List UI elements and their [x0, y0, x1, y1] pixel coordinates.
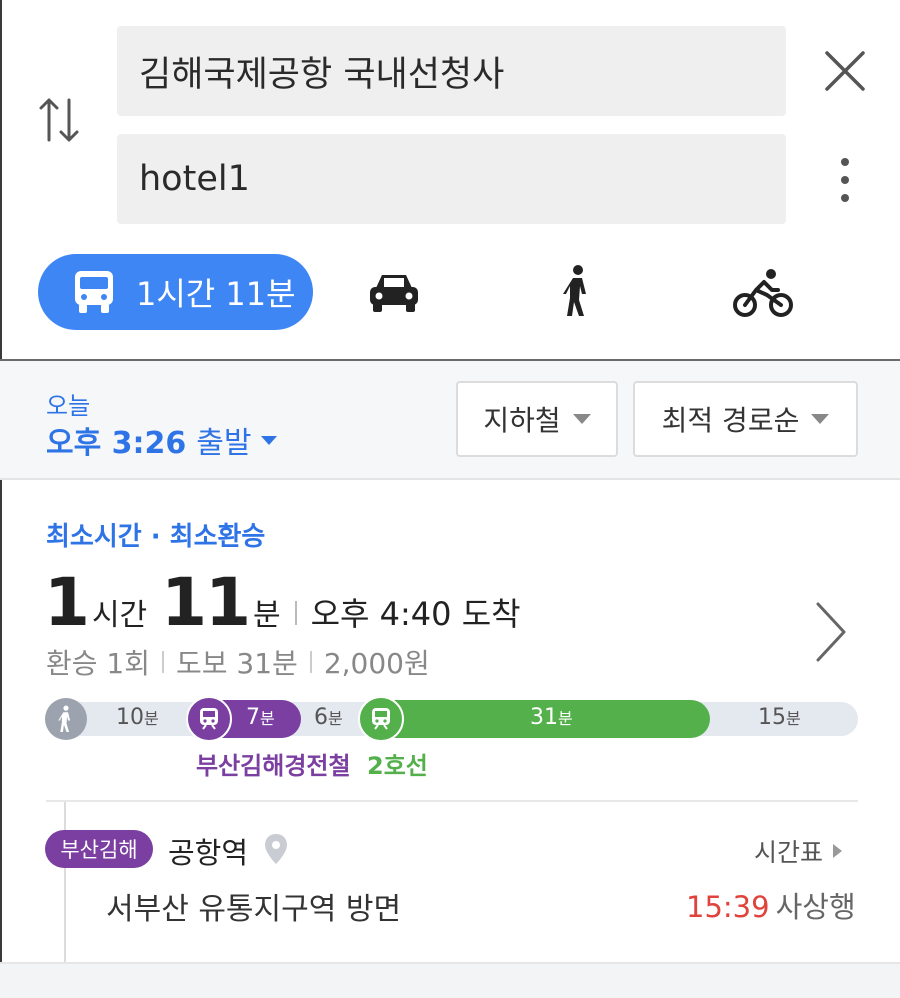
arrival-time: 오후 4:40 도착 [310, 595, 521, 633]
route-meta: 환승 1회 도보 31분 2,000원 [46, 642, 430, 682]
caret-down-icon [572, 414, 591, 424]
duration-hours-unit: 시간 [91, 598, 148, 633]
card-divider [46, 800, 858, 802]
tab-transit[interactable]: 1시간 11분 [38, 254, 313, 330]
transit-type-select[interactable]: 지하철 [456, 381, 618, 457]
next-train: 15:39 사상행 [686, 884, 856, 926]
walk-icon [45, 698, 87, 740]
timeline-value: 10 [116, 705, 144, 730]
car-icon[interactable] [366, 270, 422, 314]
transfer-count: 환승 1회 [46, 647, 150, 680]
sort-order-label: 최적 경로순 [661, 404, 800, 437]
line-badge: 부산김해 [45, 830, 153, 868]
separator [294, 601, 297, 625]
timeline-value: 7 [246, 705, 260, 730]
swap-icon[interactable] [36, 92, 82, 148]
bike-icon[interactable] [732, 268, 794, 318]
train-direction: 서부산 유통지구역 방면 [106, 892, 402, 927]
next-train-time: 15:39 [686, 890, 770, 924]
duration-minutes-unit: 분 [253, 598, 281, 633]
transit-duration-label: 1시간 11분 [136, 275, 296, 313]
destination-input[interactable]: hotel1 [117, 134, 786, 224]
walk-icon[interactable] [560, 264, 596, 318]
departure-time-picker[interactable]: 오후 3:26 출발 [46, 418, 278, 462]
section-gap [0, 962, 900, 998]
separator [309, 651, 312, 673]
timeline-unit: 분 [328, 709, 343, 728]
timeline-value: 15 [758, 705, 786, 730]
timeline-walk1-label: 10분 [116, 705, 159, 730]
timeline-line1-label: 7분 [246, 705, 275, 730]
timeline-walk3-label: 15분 [758, 705, 801, 730]
timeline-unit: 분 [558, 709, 573, 728]
close-icon[interactable] [822, 48, 868, 94]
timeline-unit: 분 [144, 709, 159, 728]
triangle-right-icon [833, 844, 843, 858]
station-name[interactable]: 공항역 [168, 830, 248, 872]
duration-minutes: 11 [161, 564, 251, 641]
timeline-value: 31 [530, 705, 558, 730]
window-edge [0, 0, 2, 998]
map-pin-icon[interactable] [263, 833, 289, 865]
sort-order-select[interactable]: 최적 경로순 [633, 381, 858, 457]
caret-down-icon [261, 435, 278, 445]
timeline-value: 6 [314, 705, 328, 730]
departure-day: 오늘 [46, 392, 91, 420]
timeline-line2-label: 31분 [530, 705, 573, 730]
duration-hours: 1 [44, 564, 90, 641]
departure-time: 오후 3:26 [46, 426, 187, 461]
timeline-unit: 분 [260, 709, 275, 728]
more-options-icon[interactable] [830, 156, 860, 206]
route-step-line [64, 802, 66, 962]
caret-down-icon [811, 414, 830, 424]
separator [162, 651, 164, 673]
timeline-unit: 분 [786, 709, 801, 728]
options-divider [0, 478, 900, 480]
bus-icon [72, 269, 116, 315]
next-train-destination: 사상행 [775, 890, 856, 924]
timeline-walk2-label: 6분 [314, 705, 343, 730]
transit-type-label: 지하철 [483, 404, 561, 437]
route-tags: 최소시간 · 최소환승 [46, 522, 266, 552]
timetable-label: 시간표 [754, 838, 824, 867]
train-icon [186, 696, 232, 742]
chevron-right-icon[interactable] [814, 600, 848, 664]
walk-time: 도보 31분 [176, 647, 298, 680]
train-icon [358, 696, 404, 742]
route-duration[interactable]: 1 시간 11 분 오후 4:40 도착 [44, 564, 521, 641]
line2-name: 2호선 [367, 752, 428, 780]
departure-label: 출발 [196, 426, 252, 461]
origin-input[interactable]: 김해국제공항 국내선청사 [117, 26, 786, 116]
timetable-link[interactable]: 시간표 [754, 833, 843, 869]
fare: 2,000원 [323, 647, 430, 680]
line1-name: 부산김해경전철 [196, 752, 351, 780]
